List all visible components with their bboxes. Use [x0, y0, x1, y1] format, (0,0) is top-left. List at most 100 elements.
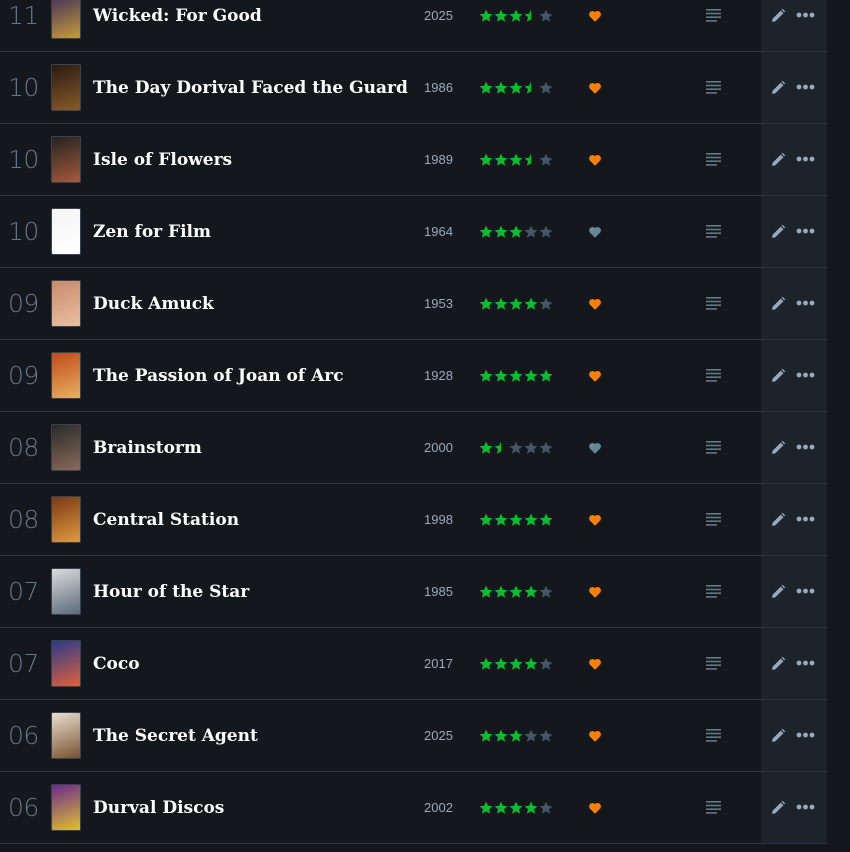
star-icon [509, 585, 523, 598]
film-poster[interactable] [51, 496, 81, 543]
star-rating [479, 367, 553, 385]
pencil-icon[interactable] [770, 296, 786, 312]
diary-day[interactable]: 09 [8, 268, 39, 340]
film-title[interactable]: Central Station [93, 484, 239, 556]
pencil-icon[interactable] [770, 224, 786, 240]
pencil-icon[interactable] [770, 152, 786, 168]
film-title[interactable]: Isle of Flowers [93, 124, 232, 196]
diary-day[interactable]: 08 [8, 412, 39, 484]
pencil-icon[interactable] [770, 656, 786, 672]
film-title[interactable]: Brainstorm [93, 412, 202, 484]
diary-day[interactable]: 06 [8, 772, 39, 844]
ellipsis-icon[interactable] [796, 84, 815, 90]
film-poster[interactable] [51, 424, 81, 471]
star-icon [494, 153, 508, 166]
release-year[interactable]: 1985 [424, 556, 453, 628]
film-title[interactable]: Hour of the Star [93, 556, 249, 628]
release-year[interactable]: 2025 [424, 700, 453, 772]
pencil-icon[interactable] [770, 512, 786, 528]
ellipsis-icon[interactable] [796, 516, 815, 522]
review-lines-icon[interactable] [706, 153, 721, 166]
star-icon [524, 657, 538, 670]
ellipsis-icon[interactable] [796, 228, 815, 234]
heart-icon [589, 83, 601, 94]
release-year[interactable]: 1989 [424, 124, 453, 196]
film-poster[interactable] [51, 136, 81, 183]
review-lines-icon[interactable] [706, 225, 721, 238]
review-lines-icon[interactable] [706, 441, 721, 454]
ellipsis-icon[interactable] [796, 300, 815, 306]
pencil-icon[interactable] [770, 728, 786, 744]
release-year[interactable]: 1998 [424, 484, 453, 556]
review-lines-icon[interactable] [706, 585, 721, 598]
ellipsis-icon[interactable] [796, 156, 815, 162]
film-title[interactable]: Wicked: For Good [93, 0, 262, 52]
star-rating [479, 655, 553, 673]
diary-day[interactable]: 10 [8, 196, 39, 268]
star-icon [539, 297, 553, 310]
film-poster[interactable] [51, 640, 81, 687]
star-icon [479, 657, 493, 670]
ellipsis-icon[interactable] [796, 732, 815, 738]
ellipsis-icon[interactable] [796, 804, 815, 810]
film-poster[interactable] [51, 0, 81, 39]
release-year[interactable]: 2017 [424, 628, 453, 700]
diary-day[interactable]: 07 [8, 556, 39, 628]
diary-day[interactable]: 10 [8, 124, 39, 196]
ellipsis-icon[interactable] [796, 12, 815, 18]
diary-day[interactable]: 07 [8, 628, 39, 700]
pencil-icon[interactable] [770, 800, 786, 816]
pencil-icon[interactable] [770, 8, 786, 24]
release-year[interactable]: 1953 [424, 268, 453, 340]
diary-day[interactable]: 11 [8, 0, 39, 52]
ellipsis-icon[interactable] [796, 372, 815, 378]
release-year[interactable]: 2025 [424, 0, 453, 52]
film-title[interactable]: The Passion of Joan of Arc [93, 340, 344, 412]
star-icon [539, 153, 553, 166]
film-poster[interactable] [51, 352, 81, 399]
film-title[interactable]: The Day Dorival Faced the Guard [93, 52, 408, 124]
ellipsis-icon[interactable] [796, 444, 815, 450]
ellipsis-icon[interactable] [796, 660, 815, 666]
diary-day[interactable]: 06 [8, 700, 39, 772]
film-title[interactable]: The Secret Agent [93, 700, 258, 772]
review-lines-icon[interactable] [706, 801, 721, 814]
diary-day[interactable]: 10 [8, 52, 39, 124]
review-lines-icon[interactable] [706, 81, 721, 94]
ellipsis-icon[interactable] [796, 588, 815, 594]
release-year[interactable]: 2002 [424, 772, 453, 844]
release-year[interactable]: 1964 [424, 196, 453, 268]
pencil-icon[interactable] [770, 440, 786, 456]
film-poster[interactable] [51, 568, 81, 615]
release-year[interactable]: 1928 [424, 340, 453, 412]
star-icon [509, 153, 523, 166]
review-lines-icon[interactable] [706, 729, 721, 742]
film-poster[interactable] [51, 712, 81, 759]
review-lines-icon[interactable] [706, 657, 721, 670]
star-icon [494, 585, 508, 598]
pencil-icon[interactable] [770, 80, 786, 96]
film-title[interactable]: Durval Discos [93, 772, 224, 844]
film-title[interactable]: Zen for Film [93, 196, 211, 268]
film-poster[interactable] [51, 784, 81, 831]
diary-day[interactable]: 08 [8, 484, 39, 556]
review-lines-icon[interactable] [706, 369, 721, 382]
diary-day[interactable]: 09 [8, 340, 39, 412]
pencil-icon[interactable] [770, 368, 786, 384]
heart-icon [589, 659, 601, 670]
star-icon [524, 441, 538, 454]
film-poster[interactable] [51, 280, 81, 327]
film-title[interactable]: Duck Amuck [93, 268, 214, 340]
review-lines-icon[interactable] [706, 513, 721, 526]
release-year[interactable]: 2000 [424, 412, 453, 484]
film-poster[interactable] [51, 64, 81, 111]
pencil-icon[interactable] [770, 584, 786, 600]
star-icon [524, 585, 538, 598]
film-poster[interactable] [51, 208, 81, 255]
film-title[interactable]: Coco [93, 628, 140, 700]
star-icon [524, 729, 538, 742]
release-year[interactable]: 1986 [424, 52, 453, 124]
review-lines-icon[interactable] [706, 297, 721, 310]
review-lines-icon[interactable] [706, 9, 721, 22]
diary-row: 08 Central Station 1998 [0, 484, 827, 556]
